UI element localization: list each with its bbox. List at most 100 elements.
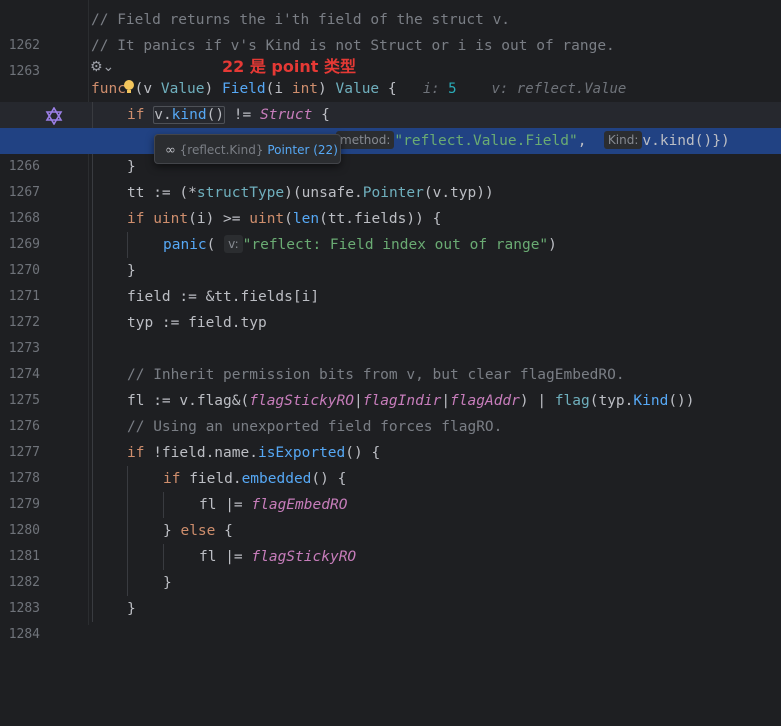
code-line[interactable]: 1264 func (v Value) Field(i int) Value {… <box>0 76 781 122</box>
comment: // Field returns the i'th field of the s… <box>91 12 511 28</box>
constant: flagStickyRO <box>251 549 357 565</box>
punct: )( <box>284 185 302 201</box>
punct: { <box>379 81 397 97</box>
punct: , <box>577 133 596 149</box>
code-line[interactable]: 1272 field := &tt.fields[i] <box>0 284 781 330</box>
code-text: ) | <box>519 393 555 409</box>
inlay-settings-icon[interactable]: ⚙⌄ <box>90 58 116 76</box>
code-text: v.flag&( <box>179 393 250 409</box>
tooltip-type: {reflect.Kind} <box>179 143 264 157</box>
debug-value-tooltip[interactable]: ∞ {reflect.Kind} Pointer (22) <box>154 134 341 164</box>
builtin: panic <box>163 237 207 253</box>
code-line[interactable]: 1262 // Field returns the i'th field of … <box>0 7 781 53</box>
punct: } <box>127 263 136 279</box>
identifier: v <box>143 81 153 97</box>
keyword: else <box>180 523 216 539</box>
code-line[interactable]: 1284 } <box>0 596 781 642</box>
code-line-current[interactable]: 1265 if v.kind() != Struct { <box>0 102 781 148</box>
code-text: field := &tt.fields[i] <box>127 289 320 305</box>
constant: Struct <box>259 107 313 123</box>
method-call: embedded <box>241 471 312 487</box>
constant: flagAddr <box>450 393 520 409</box>
code-text: v.kind()}) <box>642 133 730 149</box>
code-line[interactable]: 1279 if field.embedded() { <box>0 466 781 512</box>
identifier: v <box>154 107 163 123</box>
param-hint-v: v: <box>224 235 243 253</box>
punct: . <box>162 107 172 123</box>
code-line-selected[interactable]: 1266 method: "reflect.Value.Field", Kind:… <box>0 128 781 174</box>
code-text: field. <box>180 471 242 487</box>
debug-execution-point-icon[interactable] <box>45 107 63 125</box>
red-annotation: 22 是 point 类型 <box>222 57 356 76</box>
punct: () { <box>311 471 347 487</box>
keyword: func <box>91 81 126 97</box>
type: Value <box>335 81 380 97</box>
param-hint-method: method: <box>336 131 395 149</box>
code-line[interactable]: 1263 // It panics if v's Kind is not Str… <box>0 33 781 79</box>
string-literal: "reflect: Field index out of range" <box>242 237 549 253</box>
code-line[interactable]: 1271 } <box>0 258 781 304</box>
type: structType <box>196 185 285 201</box>
comment: // Using an unexported field forces flag… <box>127 419 503 435</box>
punct: ) <box>204 81 222 97</box>
code-text: fl := <box>127 393 180 409</box>
punct: ) <box>548 237 557 253</box>
function-name: Field <box>221 81 266 97</box>
inlay-value-v: v: reflect.Value <box>491 81 627 97</box>
code-line[interactable]: 1275 // Inherit permission bits from v, … <box>0 362 781 408</box>
keyword: if <box>127 445 145 461</box>
lightbulb-icon[interactable] <box>124 80 134 93</box>
code-line[interactable]: 1278 if !field.name.isExported() { <box>0 440 781 486</box>
punct: ( <box>206 237 216 253</box>
code-text: fl |= <box>199 549 252 565</box>
code-line[interactable]: 1281 } else { <box>0 518 781 564</box>
code-line[interactable]: 1277 // Using an unexported field forces… <box>0 414 781 460</box>
code-line[interactable]: 1283 } <box>0 570 781 616</box>
punct: () { <box>345 445 381 461</box>
punct: } <box>163 523 181 539</box>
method-call: kind <box>171 107 207 123</box>
code-text: typ := field.typ <box>127 315 267 331</box>
code-line[interactable]: 1273 typ := field.typ <box>0 310 781 356</box>
glasses-icon: ∞ <box>165 143 176 158</box>
package: unsafe <box>301 185 355 201</box>
keyword: if <box>127 107 145 123</box>
string-literal: "reflect.Value.Field" <box>394 133 578 149</box>
code-editor[interactable]: 1262 // Field returns the i'th field of … <box>0 0 781 642</box>
param-hint-kind: Kind: <box>603 131 643 149</box>
operator: | <box>354 393 363 409</box>
code-line[interactable]: 1267 } <box>0 154 781 200</box>
punct: } <box>163 575 172 591</box>
code-text: (tt.fields)) { <box>319 211 442 227</box>
code-line[interactable]: 1269 if uint(i) >= uint(len(tt.fields)) … <box>0 206 781 252</box>
code-line[interactable]: 1276 fl := v.flag&(flagStickyRO|flagIndi… <box>0 388 781 434</box>
type: Pointer <box>362 185 424 201</box>
punct: } <box>127 601 136 617</box>
keyword: if <box>127 211 145 227</box>
code-line[interactable]: 1270 panic( v: "reflect: Field index out … <box>0 232 781 278</box>
code-line[interactable]: 1280 fl |= flagEmbedRO <box>0 492 781 538</box>
type: uint <box>249 211 285 227</box>
constant: flagEmbedRO <box>251 497 348 513</box>
type: int <box>291 81 319 97</box>
punct: . <box>354 185 363 201</box>
inlay-value-i: i: 5 <box>422 81 457 97</box>
code-text: !field.name. <box>144 445 258 461</box>
line-number: 1284 <box>8 627 40 642</box>
code-text: fl |= <box>199 497 252 513</box>
punct: ()) <box>668 393 695 409</box>
comment: // It panics if v's Kind is not Struct o… <box>91 38 615 54</box>
code-line[interactable]: 1282 fl |= flagStickyRO <box>0 544 781 590</box>
method-call: isExported <box>257 445 346 461</box>
punct: { <box>215 523 233 539</box>
type: Value <box>160 81 205 97</box>
tooltip-value: Pointer (22) <box>267 143 338 157</box>
code-text: (v.typ)) <box>423 185 494 201</box>
builtin: len <box>292 211 320 227</box>
punct: } <box>127 159 136 175</box>
code-line[interactable]: 1268 tt := (*structType)(unsafe.Pointer(… <box>0 180 781 226</box>
type: uint <box>153 211 189 227</box>
code-line[interactable]: 1274 <box>0 336 781 382</box>
identifier: i <box>274 81 284 97</box>
constant: flagStickyRO <box>249 393 354 409</box>
